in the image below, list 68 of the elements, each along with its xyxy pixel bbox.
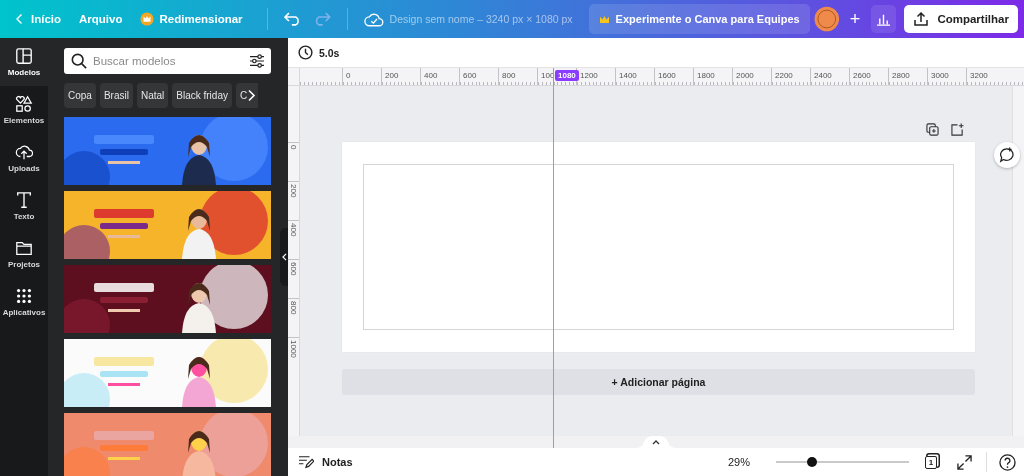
horizontal-scrollbar[interactable] xyxy=(288,436,1024,448)
ruler-label: 2000 xyxy=(732,68,771,85)
clock-icon xyxy=(298,45,313,60)
filter-chip[interactable]: Black friday xyxy=(172,83,232,108)
document-title: Design sem nome – 3240 px × 1080 px xyxy=(389,13,573,25)
collapse-panel-handle[interactable] xyxy=(280,228,288,286)
ruler-label: 3000 xyxy=(927,68,966,85)
text-icon xyxy=(15,191,33,209)
filter-chip[interactable]: Natal xyxy=(136,83,169,108)
vertical-scrollbar[interactable] xyxy=(1012,86,1024,436)
ruler-label: 400 xyxy=(420,68,459,85)
ruler-label: 800 xyxy=(289,301,298,315)
cloud-saved-icon[interactable] xyxy=(363,11,384,27)
ruler-label: 200 xyxy=(381,68,420,85)
filter-chip[interactable]: C xyxy=(235,83,249,108)
teams-trial-button[interactable]: Experimente o Canva para Equipes xyxy=(588,4,810,34)
undo-icon[interactable] xyxy=(283,12,302,26)
ruler-label: 800 xyxy=(498,68,537,85)
filter-chip[interactable]: Copa xyxy=(64,83,96,108)
duration-button[interactable]: 5.0s xyxy=(298,45,340,60)
ruler-label: 2400 xyxy=(810,68,849,85)
filter-chip[interactable]: Brasil xyxy=(99,83,133,108)
search-icon xyxy=(71,53,87,69)
slider-thumb[interactable] xyxy=(806,457,817,467)
sidebar-item[interactable]: Modelos xyxy=(0,38,48,86)
add-page-icon[interactable] xyxy=(951,123,964,136)
crown-icon xyxy=(598,14,610,24)
crown-icon xyxy=(140,12,155,26)
zoom-percentage[interactable]: 29% xyxy=(727,456,750,468)
apps-icon xyxy=(15,287,33,305)
analytics-button[interactable] xyxy=(870,5,897,33)
add-member-button[interactable]: + xyxy=(843,6,867,32)
ruler-label: 200 xyxy=(289,184,298,198)
notes-icon xyxy=(298,455,314,469)
comment-icon xyxy=(999,147,1015,163)
ruler-label: 1600 xyxy=(654,68,693,85)
ruler-label: 600 xyxy=(289,262,298,276)
uploads-icon xyxy=(15,143,33,161)
ruler-label: 1400 xyxy=(615,68,654,85)
chevron-left-icon xyxy=(281,253,287,261)
ruler-label: 2800 xyxy=(888,68,927,85)
ruler-label: 1800 xyxy=(693,68,732,85)
comment-button[interactable] xyxy=(994,142,1020,168)
ruler-label: 1000 xyxy=(289,340,298,358)
templates-icon xyxy=(15,47,33,65)
ruler-position-badge: 1080 xyxy=(555,70,579,81)
filter-icon[interactable] xyxy=(249,54,265,68)
page-count-button[interactable]: 1 xyxy=(925,455,937,469)
add-page-button[interactable]: + Adicionar página xyxy=(342,369,975,395)
ruler-label: 3200 xyxy=(966,68,1005,85)
projects-icon xyxy=(15,239,33,257)
bar-chart-icon xyxy=(876,12,892,26)
elements-icon xyxy=(15,95,33,113)
ruler-label: 400 xyxy=(289,223,298,237)
search-field[interactable]: Buscar modelos xyxy=(64,48,271,74)
notes-button[interactable]: Notas xyxy=(298,455,353,469)
chevron-right-icon[interactable] xyxy=(248,83,259,108)
share-icon xyxy=(913,11,930,27)
duplicate-page-icon[interactable] xyxy=(926,123,939,136)
share-button[interactable]: Compartilhar xyxy=(904,5,1018,33)
ruler-label: 0 xyxy=(289,145,298,150)
ruler-label: 0 xyxy=(342,68,381,85)
expand-pages-tab[interactable] xyxy=(636,436,676,448)
fullscreen-icon[interactable] xyxy=(957,454,972,470)
ruler-label: 2200 xyxy=(771,68,810,85)
ruler-label: 600 xyxy=(459,68,498,85)
ruler-label: 2600 xyxy=(849,68,888,85)
help-icon[interactable] xyxy=(999,453,1016,471)
